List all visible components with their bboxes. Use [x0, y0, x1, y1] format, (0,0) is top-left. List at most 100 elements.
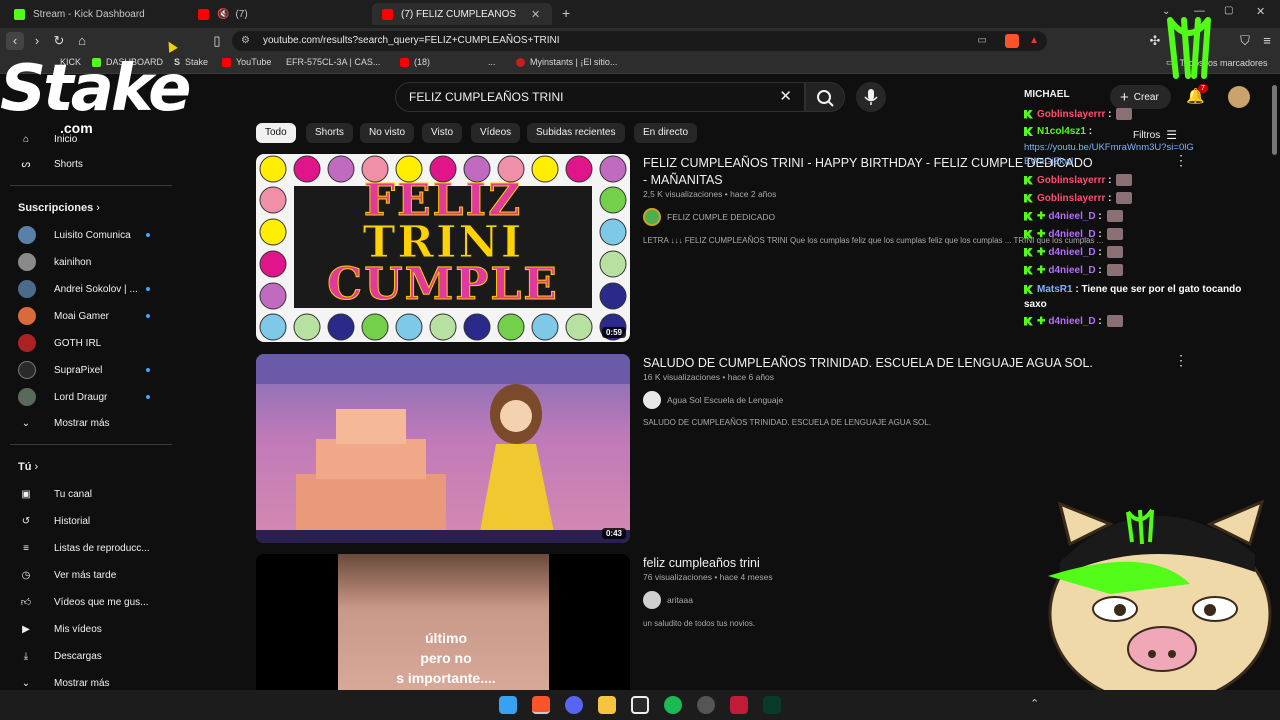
- video-title[interactable]: feliz cumpleaños trini: [643, 555, 760, 572]
- new-content-dot: [146, 314, 150, 318]
- menu-icon[interactable]: ≡: [1258, 32, 1276, 50]
- steam-icon[interactable]: [697, 696, 715, 714]
- sidebar-item-playlists[interactable]: ≡ Listas de reproducc...: [18, 540, 150, 556]
- sidebar-item-label: GOTH IRL: [54, 337, 102, 349]
- bookmark-youtube-18[interactable]: (18): [400, 57, 430, 67]
- close-tab-icon[interactable]: ✕: [531, 8, 540, 21]
- terminal-icon[interactable]: [763, 696, 781, 714]
- decor-dot: [599, 155, 627, 183]
- brave-browser-icon[interactable]: [532, 696, 550, 714]
- cast-icon[interactable]: ▭: [978, 31, 987, 51]
- forward-icon[interactable]: ›: [28, 32, 46, 50]
- obs-icon[interactable]: [631, 696, 649, 714]
- chip-visto[interactable]: Visto: [422, 123, 463, 143]
- sidebar-item-mis-videos[interactable]: ▶ Mis vídeos: [18, 621, 102, 637]
- bookmark-myinstants[interactable]: Myinstants | ¡El sitio...: [516, 57, 617, 67]
- home-icon[interactable]: ⌂: [73, 32, 91, 50]
- video-thumbnail[interactable]: FELIZ TRINI CUMPLE 0:59: [256, 154, 630, 342]
- channel-link[interactable]: Agua Sol Escuela de Lenguaje: [643, 391, 783, 409]
- search-input[interactable]: FELIZ CUMPLEAÑOS TRINI ✕: [395, 82, 805, 112]
- tab-youtube-search[interactable]: (7) FELIZ CUMPLEAÑOS TRINI ✕: [372, 3, 552, 25]
- voice-search-button[interactable]: [856, 82, 886, 112]
- clear-search-icon[interactable]: ✕: [779, 83, 792, 111]
- more-options-icon[interactable]: ⋮: [1174, 352, 1188, 369]
- site-info-icon[interactable]: ⚙: [241, 31, 250, 51]
- sidebar-sub-suprapixel[interactable]: SupraPixel: [18, 361, 150, 379]
- scrollbar[interactable]: [1272, 85, 1277, 155]
- decor-dot: [259, 218, 287, 246]
- chip-subidas-recientes[interactable]: Subidas recientes: [527, 123, 625, 143]
- tray-chevron-icon[interactable]: ⌃: [1030, 697, 1039, 710]
- new-tab-button[interactable]: +: [562, 5, 570, 21]
- bookmark-youtube[interactable]: YouTube: [222, 57, 271, 67]
- brave-shields-icon[interactable]: [1005, 34, 1019, 48]
- extensions-icon[interactable]: ✣: [1146, 32, 1164, 50]
- bookmark-casio[interactable]: EFR-575CL-3A | CAS...: [286, 57, 380, 67]
- video-title[interactable]: SALUDO DE CUMPLEAÑOS TRINIDAD. ESCUELA D…: [643, 355, 1143, 372]
- spotify-icon[interactable]: [664, 696, 682, 714]
- decor-dot: [361, 313, 389, 341]
- url-bar[interactable]: ⚙ youtube.com/results?search_query=FELIZ…: [232, 31, 1047, 51]
- kick-badge-icon: [1024, 175, 1033, 185]
- tab-youtube-muted[interactable]: 🔇 (7): [188, 3, 368, 25]
- maximize-icon[interactable]: ▢: [1224, 5, 1233, 16]
- chat-username: Goblinslayerrr: [1037, 174, 1106, 186]
- chip-videos[interactable]: Vídeos: [471, 123, 521, 143]
- windows-start-icon[interactable]: [499, 696, 517, 714]
- brave-rewards-icon[interactable]: ▲: [1029, 31, 1039, 51]
- chat-username: Goblinslayerrr: [1037, 108, 1106, 120]
- chip-todo[interactable]: Todo: [256, 123, 296, 143]
- create-label: Crear: [1133, 91, 1159, 103]
- chip-shorts[interactable]: Shorts: [306, 123, 353, 143]
- reload-icon[interactable]: ↻: [50, 32, 68, 50]
- sidebar-item-tu-canal[interactable]: ▣ Tu canal: [18, 486, 92, 502]
- discord-icon[interactable]: [565, 696, 583, 714]
- vpn-icon[interactable]: [730, 696, 748, 714]
- new-content-dot: [146, 287, 150, 291]
- kick-badge-icon: [1024, 193, 1033, 203]
- channel-link[interactable]: FELIZ CUMPLE DEDICADO: [643, 208, 775, 226]
- kick-badge-icon: [1024, 316, 1033, 326]
- sidebar-sub-andrei[interactable]: Andrei Sokolov | ...: [18, 280, 150, 298]
- video-thumbnail[interactable]: último pero no s importante....: [256, 554, 630, 690]
- search-button[interactable]: [805, 82, 845, 112]
- shield-icon[interactable]: ⛉: [1236, 32, 1254, 50]
- sidebar-show-more-subs[interactable]: ⌄ Mostrar más: [18, 415, 110, 431]
- emote-icon: [1116, 108, 1133, 120]
- chat-username: d4nieel_D: [1048, 315, 1096, 327]
- chip-no-visto[interactable]: No visto: [360, 123, 415, 143]
- myinstants-icon: [516, 57, 525, 67]
- sidebar-sub-moai[interactable]: Moai Gamer: [18, 307, 150, 325]
- back-icon[interactable]: ‹: [6, 32, 24, 50]
- muted-speaker-icon[interactable]: 🔇: [217, 9, 229, 20]
- sidebar-sub-goth[interactable]: GOTH IRL: [18, 334, 101, 352]
- close-window-icon[interactable]: ✕: [1256, 5, 1265, 18]
- sidebar-sub-luisito[interactable]: Luisito Comunica: [18, 226, 150, 244]
- microphone-icon: [864, 89, 878, 105]
- channel-link[interactable]: aritaaa: [643, 591, 693, 609]
- channel-avatar: [18, 388, 36, 406]
- tab-kick-dashboard[interactable]: Stream - Kick Dashboard: [4, 3, 184, 25]
- subscriptions-heading[interactable]: Suscripciones ›: [18, 202, 100, 214]
- bookmark-more[interactable]: ...: [488, 57, 496, 67]
- sidebar-sub-lord-draugr[interactable]: Lord Draugr: [18, 388, 150, 406]
- sidebar-item-liked[interactable]: 👍︎ Vídeos que me gus...: [18, 594, 149, 610]
- file-explorer-icon[interactable]: [598, 696, 616, 714]
- sidebar-item-historial[interactable]: ↺ Historial: [18, 513, 90, 529]
- sidebar-item-descargas[interactable]: ⤓ Descargas: [18, 648, 102, 664]
- chat-username: MatsR1: [1037, 284, 1073, 295]
- create-button[interactable]: + Crear: [1110, 85, 1171, 109]
- sidebar-item-shorts[interactable]: ᔕ Shorts: [18, 156, 83, 172]
- sidebar-item-ver-mas-tarde[interactable]: ◷ Ver más tarde: [18, 567, 117, 583]
- sidebar-sub-kainihon[interactable]: kainihon: [18, 253, 91, 271]
- chat-message-link[interactable]: https://youtu.be/UKFmraWnm3U?si=0lGEWaGj…: [1024, 141, 1194, 169]
- thumbs-up-icon: 👍︎: [20, 597, 32, 608]
- filters-button[interactable]: Filtros ☰: [1133, 128, 1177, 142]
- chat-username: d4nieel_D: [1048, 210, 1096, 222]
- you-heading[interactable]: Tú ›: [18, 461, 38, 473]
- video-thumbnail[interactable]: 0:43: [256, 354, 630, 543]
- bookmark-icon[interactable]: ▯: [208, 32, 226, 50]
- sidebar-show-more-you[interactable]: ⌄ Mostrar más: [18, 675, 110, 691]
- chip-en-directo[interactable]: En directo: [634, 123, 698, 143]
- avatar[interactable]: [1228, 86, 1250, 108]
